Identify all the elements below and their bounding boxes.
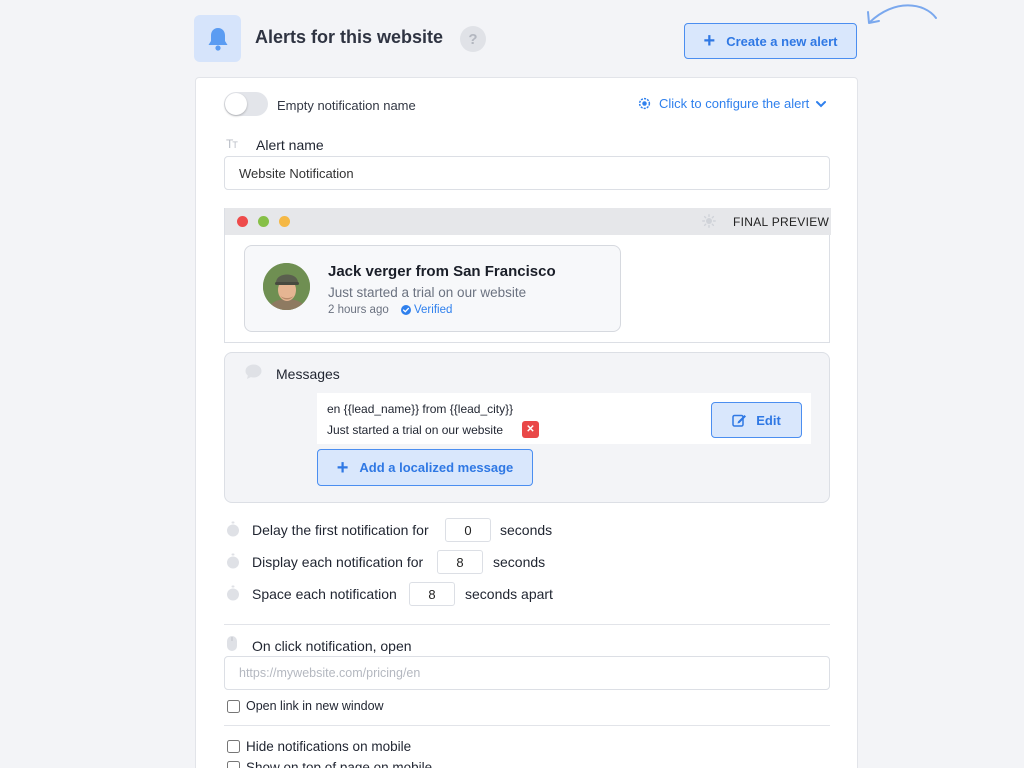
notification-title: Jack verger from San Francisco [328,263,556,280]
create-alert-label: Create a new alert [726,33,838,49]
top-on-mobile-label: Show on top of page on mobile [246,759,433,768]
messages-section: Messages en {{lead_name}} from {{lead_ci… [224,352,830,503]
stopwatch-icon [227,553,239,569]
on-click-label: On click notification, open [252,638,412,654]
add-localized-label: Add a localized message [359,460,514,475]
hide-mobile-option[interactable]: Hide notifications on mobile [227,738,411,754]
text-format-icon: TT [226,137,238,151]
check-circle-icon [401,305,411,315]
delay-setting-row: Delay the first notification for seconds [224,518,830,542]
message-item: en {{lead_name}} from {{lead_city}} Just… [317,393,811,444]
gear-icon [638,97,651,110]
brightness-icon[interactable] [702,214,716,228]
notification-message: Just started a trial on our website [328,285,527,300]
new-window-label: Open link in new window [246,699,384,713]
delay-seconds-input[interactable] [445,518,491,542]
top-on-mobile-checkbox[interactable] [227,760,240,768]
add-localized-message-button[interactable]: + Add a localized message [317,449,533,486]
edit-label: Edit [756,412,781,428]
section-divider [224,725,830,726]
page-header: Alerts for this website ? + Create a new… [194,14,858,64]
verified-label: Verified [414,304,453,316]
stopwatch-icon [227,521,239,537]
alert-name-input[interactable] [224,156,830,190]
chat-bubble-icon [245,364,262,379]
avatar-portrait [263,263,310,310]
space-label: Space each notification [252,586,397,602]
notification-preview-card: Jack verger from San Francisco Just star… [244,245,621,332]
delay-suffix: seconds [500,522,553,538]
toggle-knob [225,93,247,115]
top-on-mobile-option[interactable]: Show on top of page on mobile [227,759,432,768]
display-setting-row: Display each notification for seconds [224,550,830,574]
delay-label: Delay the first notification for [252,522,429,538]
configure-alert-link[interactable]: Click to configure the alert [637,96,827,111]
edit-icon [732,414,747,427]
new-window-option[interactable]: Open link in new window [227,698,384,714]
window-maximize-dot [258,216,269,227]
message-template-line: en {{lead_name}} from {{lead_city}} [327,402,514,416]
plus-icon: + [703,30,716,52]
window-close-dot [237,216,248,227]
page-title: Alerts for this website [255,27,444,47]
curved-arrow-icon [867,4,937,24]
display-label: Display each notification for [252,554,424,570]
bell-icon [208,27,227,51]
hide-mobile-checkbox[interactable] [227,739,240,753]
mouse-icon [227,636,237,651]
chevron-down-icon [816,100,827,107]
window-minimize-dot [279,216,290,227]
space-setting-row: Space each notification seconds apart [224,582,830,606]
hide-mobile-label: Hide notifications on mobile [246,738,412,754]
bell-icon-box [194,15,241,62]
empty-name-toggle[interactable] [224,92,268,116]
alert-settings-panel: Empty notification name Click to configu… [195,77,858,768]
configure-alert-label: Click to configure the alert [659,96,810,111]
verified-badge: Verified [401,304,452,316]
edit-message-button[interactable]: Edit [711,402,802,438]
display-seconds-input[interactable] [437,550,483,574]
empty-name-toggle-label: Empty notification name [277,98,416,113]
close-icon: ✕ [526,424,535,435]
space-suffix: seconds apart [465,586,553,602]
message-text-line: Just started a trial on our website [327,423,504,437]
on-click-url-input[interactable] [224,656,830,690]
messages-label: Messages [276,366,340,382]
create-alert-button[interactable]: + Create a new alert [684,23,857,59]
new-window-checkbox[interactable] [227,699,240,713]
final-preview-label: FINAL PREVIEW [733,215,830,229]
help-icon[interactable]: ? [460,26,486,52]
avatar [263,263,310,310]
section-divider [224,624,830,625]
display-suffix: seconds [493,554,546,570]
plus-icon: + [336,456,349,479]
alert-name-label: Alert name [256,137,324,153]
final-preview-frame: FINAL PREVIEW Jack verger from San Franc… [224,208,831,343]
delete-message-button[interactable]: ✕ [522,421,539,438]
stopwatch-icon [227,585,239,601]
preview-window-bar: FINAL PREVIEW [225,208,831,235]
space-seconds-input[interactable] [409,582,455,606]
notification-time: 2 hours ago [328,304,389,316]
